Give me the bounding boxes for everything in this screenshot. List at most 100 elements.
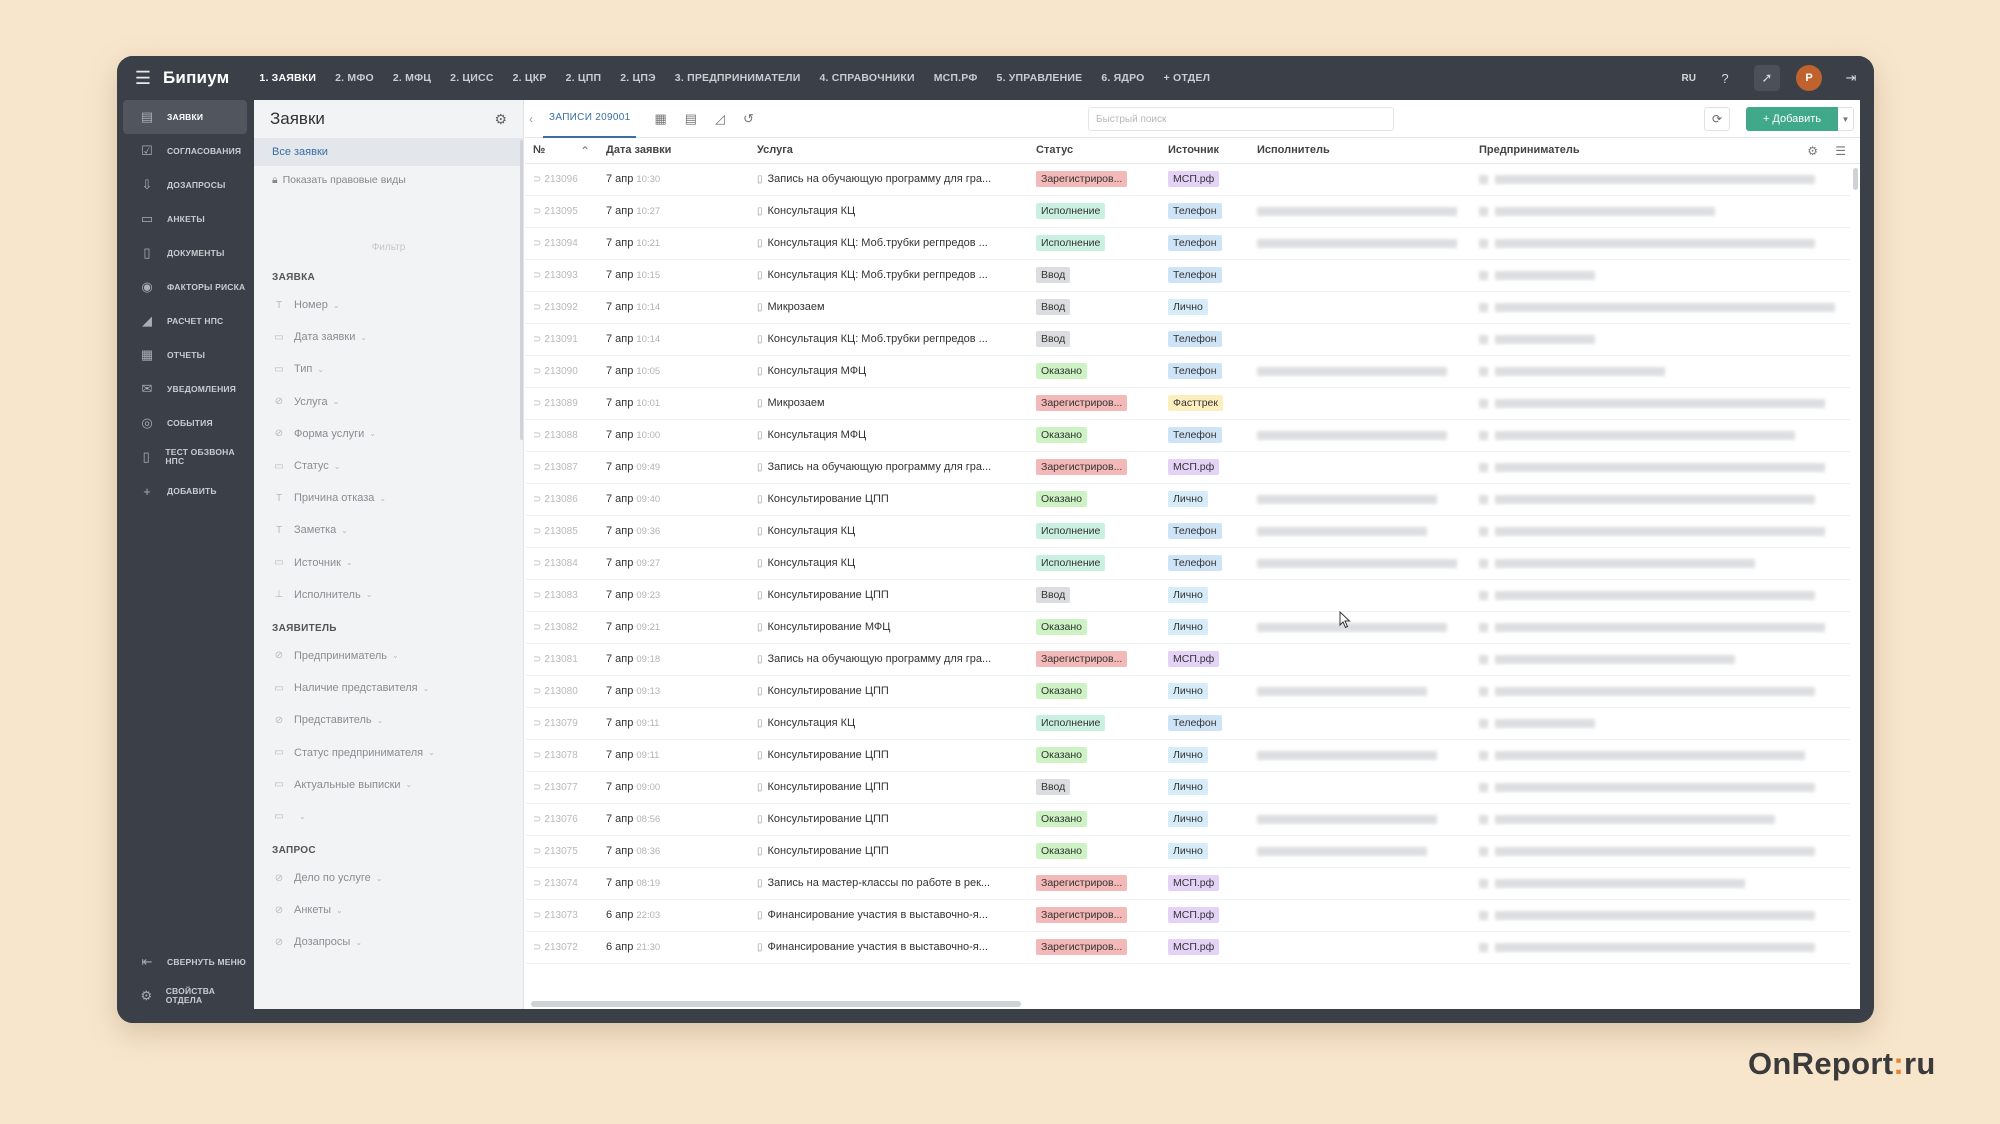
row-service[interactable]: ▯ Консультирование МФЦ xyxy=(757,621,1019,633)
row-service[interactable]: ▯ Консультирование ЦПП xyxy=(757,685,1019,697)
rail-item[interactable]: ◉ ФАКТОРЫ РИСКА xyxy=(123,270,247,304)
col-executor[interactable]: Исполнитель xyxy=(1257,144,1330,156)
row-service[interactable]: ▯ Консультирование ЦПП xyxy=(757,781,1019,793)
topnav-item[interactable]: + ОТДЕЛ xyxy=(1164,72,1211,84)
col-status[interactable]: Статус xyxy=(1036,144,1073,156)
chevron-down-icon[interactable]: ▼ xyxy=(1838,107,1854,131)
table-row[interactable]: ⊃ 213085 7 апр 09:36 ▯ Консультация КЦ Исполне… xyxy=(525,516,1850,548)
row-service[interactable]: ▯ Запись на обучающую программу для гра..… xyxy=(757,653,1019,665)
chevron-down-icon[interactable]: ⌄ xyxy=(366,590,373,599)
row-number[interactable]: ⊃ 213077 xyxy=(533,782,578,793)
topnav-item[interactable]: МСП.РФ xyxy=(934,72,978,84)
topnav-item[interactable]: 2. МФЦ xyxy=(393,72,431,84)
logout-icon[interactable]: ⇥ xyxy=(1838,65,1864,91)
col-source[interactable]: Источник xyxy=(1168,144,1219,156)
row-service[interactable]: ▯ Запись на мастер-классы по работе в рек… xyxy=(757,877,1019,889)
chevron-down-icon[interactable]: ⌄ xyxy=(423,684,430,693)
sort-up-icon[interactable]: ⌃ xyxy=(580,144,590,158)
tab-records[interactable]: ЗАПИСИ 209001 xyxy=(543,100,637,138)
col-date[interactable]: Дата заявки xyxy=(606,144,671,156)
chevron-down-icon[interactable]: ⌄ xyxy=(333,301,340,310)
filter-item[interactable]: ▭ Наличие представителя ⌄ xyxy=(254,672,523,704)
chevron-down-icon[interactable]: ⌄ xyxy=(376,874,383,883)
history-icon[interactable]: ↺ xyxy=(743,111,754,127)
row-number[interactable]: ⊃ 213085 xyxy=(533,526,578,537)
table-row[interactable]: ⊃ 213088 7 апр 10:00 ▯ Консультация МФЦ Оказан… xyxy=(525,420,1850,452)
filter-item[interactable]: ⊘ Предприниматель ⌄ xyxy=(254,640,523,672)
row-number[interactable]: ⊃ 213078 xyxy=(533,750,578,761)
chevron-left-icon[interactable]: ‹ xyxy=(529,112,533,126)
menu-icon[interactable]: ☰ xyxy=(123,68,163,89)
topnav-item[interactable]: 2. МФО xyxy=(335,72,374,84)
row-number[interactable]: ⊃ 213084 xyxy=(533,558,578,569)
row-number[interactable]: ⊃ 213074 xyxy=(533,878,578,889)
help-icon[interactable]: ? xyxy=(1712,65,1738,91)
row-service[interactable]: ▯ Консультирование ЦПП xyxy=(757,813,1019,825)
rail-item[interactable]: ◢ РАСЧЕТ НПС xyxy=(123,304,247,338)
filter-scrollbar[interactable] xyxy=(520,140,523,440)
vertical-scrollbar[interactable] xyxy=(1853,168,1858,190)
col-service[interactable]: Услуга xyxy=(757,144,793,156)
table-row[interactable]: ⊃ 213077 7 апр 09:00 ▯ Консультирование ЦПП Вв… xyxy=(525,772,1850,804)
table-row[interactable]: ⊃ 213080 7 апр 09:13 ▯ Консультирование ЦПП Ок… xyxy=(525,676,1850,708)
rail-item[interactable]: ⇩ ДОЗАПРОСЫ xyxy=(123,168,247,202)
table-row[interactable]: ⊃ 213073 6 апр 22:03 ▯ Финансирование участия… xyxy=(525,900,1850,932)
row-service[interactable]: ▯ Консультация КЦ xyxy=(757,717,1019,729)
row-service[interactable]: ▯ Консультация КЦ xyxy=(757,205,1019,217)
filter-item[interactable]: ⊘ Услуга ⌄ xyxy=(254,386,523,418)
table-row[interactable]: ⊃ 213075 7 апр 08:36 ▯ Консультирование ЦПП Ок… xyxy=(525,836,1850,868)
table-row[interactable]: ⊃ 213095 7 апр 10:27 ▯ Консультация КЦ Исполне… xyxy=(525,196,1850,228)
row-number[interactable]: ⊃ 213083 xyxy=(533,590,578,601)
row-number[interactable]: ⊃ 213089 xyxy=(533,398,578,409)
chevron-down-icon[interactable]: ⌄ xyxy=(346,558,353,567)
filter-item[interactable]: ▭ Тип ⌄ xyxy=(254,353,523,385)
add-button[interactable]: + Добавить xyxy=(1746,107,1838,131)
row-number[interactable]: ⊃ 213087 xyxy=(533,462,578,473)
row-number[interactable]: ⊃ 213092 xyxy=(533,302,578,313)
filter-item[interactable]: ⊘ Дозапросы ⌄ xyxy=(254,926,523,958)
table-row[interactable]: ⊃ 213074 7 апр 08:19 ▯ Запись на мастер-класс… xyxy=(525,868,1850,900)
chevron-down-icon[interactable]: ⌄ xyxy=(360,333,367,342)
rail-item[interactable]: ▯ ДОКУМЕНТЫ xyxy=(123,236,247,270)
chevron-down-icon[interactable]: ⌄ xyxy=(317,365,324,374)
table-row[interactable]: ⊃ 213087 7 апр 09:49 ▯ Запись на обучающую пр… xyxy=(525,452,1850,484)
table-row[interactable]: ⊃ 213094 7 апр 10:21 ▯ Консультация КЦ: Моб.т… xyxy=(525,228,1850,260)
topnav-item[interactable]: 2. ЦПЭ xyxy=(620,72,656,84)
topnav-item[interactable]: 2. ЦКР xyxy=(513,72,547,84)
filter-item[interactable]: ▭ Дата заявки ⌄ xyxy=(254,321,523,353)
rail-item[interactable]: ▦ ОТЧЕТЫ xyxy=(123,338,247,372)
chevron-down-icon[interactable]: ⌄ xyxy=(355,938,362,947)
row-service[interactable]: ▯ Запись на обучающую программу для гра..… xyxy=(757,173,1019,185)
rail-item[interactable]: ✉ УВЕДОМЛЕНИЯ xyxy=(123,372,247,406)
rail-item[interactable]: + ДОБАВИТЬ xyxy=(123,474,247,508)
row-number[interactable]: ⊃ 213090 xyxy=(533,366,578,377)
table-row[interactable]: ⊃ 213086 7 апр 09:40 ▯ Консультирование ЦПП Ок… xyxy=(525,484,1850,516)
filter-item[interactable]: ▭ Источник ⌄ xyxy=(254,547,523,579)
row-service[interactable]: ▯ Консультирование ЦПП xyxy=(757,589,1019,601)
table-row[interactable]: ⊃ 213084 7 апр 09:27 ▯ Консультация КЦ Исполне… xyxy=(525,548,1850,580)
rail-item[interactable]: ◎ СОБЫТИЯ xyxy=(123,406,247,440)
row-number[interactable]: ⊃ 213073 xyxy=(533,910,578,921)
filter-item[interactable]: ⊘ Представитель ⌄ xyxy=(254,704,523,736)
topnav-item[interactable]: 5. УПРАВЛЕНИЕ xyxy=(997,72,1083,84)
chevron-down-icon[interactable]: ⌄ xyxy=(299,812,306,821)
row-number[interactable]: ⊃ 213081 xyxy=(533,654,578,665)
table-row[interactable]: ⊃ 213092 7 апр 10:14 ▯ Микрозаем Ввод Лично xyxy=(525,292,1850,324)
rail-item[interactable]: ▭ АНКЕТЫ xyxy=(123,202,247,236)
row-service[interactable]: ▯ Консультирование ЦПП xyxy=(757,749,1019,761)
row-number[interactable]: ⊃ 213079 xyxy=(533,718,578,729)
table-row[interactable]: ⊃ 213091 7 апр 10:14 ▯ Консультация КЦ: Моб.т… xyxy=(525,324,1850,356)
filter-item[interactable]: ▭ Актуальные выписки ⌄ xyxy=(254,769,523,801)
row-number[interactable]: ⊃ 213088 xyxy=(533,430,578,441)
row-service[interactable]: ▯ Консультация КЦ xyxy=(757,525,1019,537)
search-input[interactable]: Быстрый поиск xyxy=(1088,107,1394,131)
settings-icon[interactable]: ⚙ xyxy=(1807,144,1818,158)
row-service[interactable]: ▯ Запись на обучающую программу для гра..… xyxy=(757,461,1019,473)
row-service[interactable]: ▯ Консультирование ЦПП xyxy=(757,493,1019,505)
rail-item[interactable]: ▤ ЗАЯВКИ xyxy=(123,100,247,134)
row-service[interactable]: ▯ Консультация КЦ: Моб.трубки регпредов .… xyxy=(757,333,1019,345)
avatar[interactable]: Р xyxy=(1796,65,1822,91)
gear-icon[interactable]: ⚙ xyxy=(494,111,507,128)
table-row[interactable]: ⊃ 213093 7 апр 10:15 ▯ Консультация КЦ: Моб.т… xyxy=(525,260,1850,292)
chevron-down-icon[interactable]: ⌄ xyxy=(341,526,348,535)
